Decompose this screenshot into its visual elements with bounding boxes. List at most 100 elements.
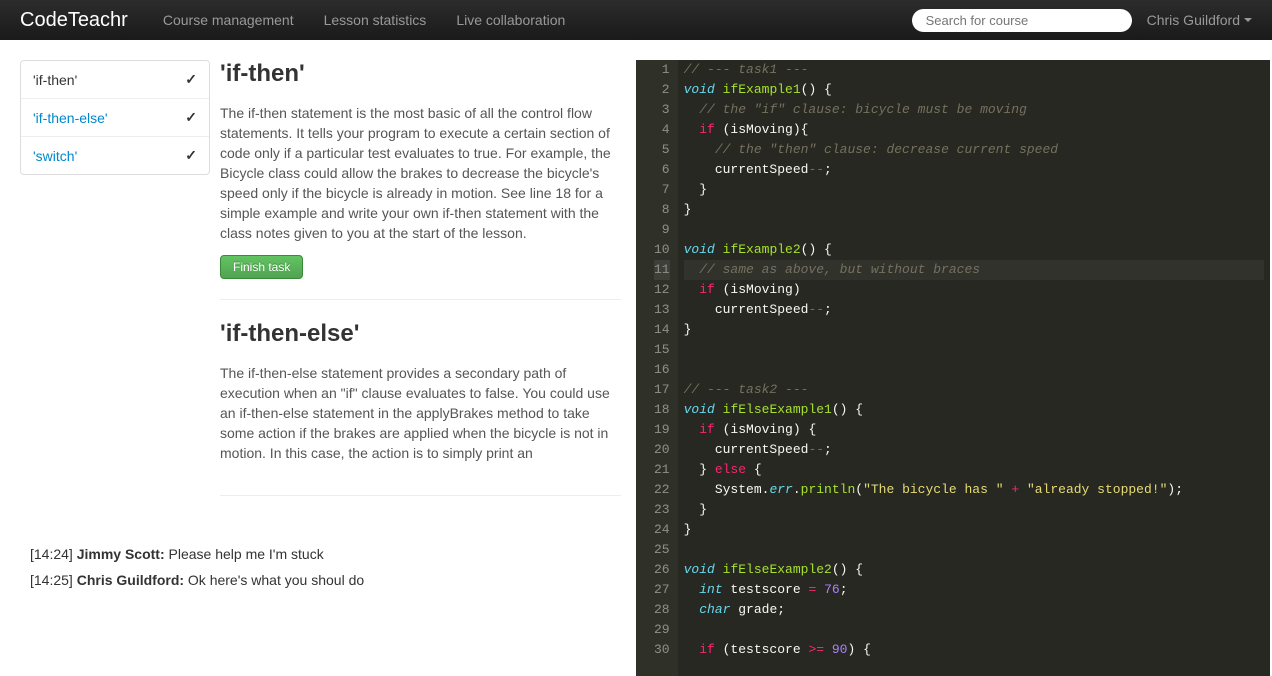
- line-number[interactable]: 1: [654, 60, 670, 80]
- right-column: 1234567891011121314151617181920212223242…: [636, 40, 1272, 676]
- code-line[interactable]: [684, 360, 1264, 380]
- code-line[interactable]: if (isMoving){: [684, 120, 1264, 140]
- user-menu[interactable]: Chris Guildford: [1147, 12, 1252, 28]
- left-column: 'if-then'✓'if-then-else'✓'switch'✓ 'if-t…: [0, 40, 636, 676]
- line-number[interactable]: 6: [654, 160, 670, 180]
- task-item-label: 'switch': [33, 148, 77, 164]
- code-line[interactable]: }: [684, 320, 1264, 340]
- line-number[interactable]: 8: [654, 200, 670, 220]
- task-item[interactable]: 'if-then-else' ✓: [21, 99, 209, 137]
- chat-message: [14:25] Chris Guildford: Ok here's what …: [30, 572, 621, 588]
- search-input[interactable]: [912, 9, 1132, 32]
- line-number[interactable]: 4: [654, 120, 670, 140]
- line-number[interactable]: 11: [654, 260, 670, 280]
- nav-link-lesson-statistics[interactable]: Lesson statistics: [309, 2, 442, 38]
- code-line[interactable]: currentSpeed--;: [684, 160, 1264, 180]
- line-number[interactable]: 9: [654, 220, 670, 240]
- line-number[interactable]: 3: [654, 100, 670, 120]
- code-line[interactable]: char grade;: [684, 600, 1264, 620]
- nav-links: Course management Lesson statistics Live…: [148, 2, 580, 38]
- task-row: 'if-then'✓'if-then-else'✓'switch'✓ 'if-t…: [20, 60, 636, 530]
- code-line[interactable]: [684, 340, 1264, 360]
- brand-logo[interactable]: CodeTeachr: [20, 9, 128, 32]
- nav-link-live-collaboration[interactable]: Live collaboration: [441, 2, 580, 38]
- code-line[interactable]: if (testscore >= 90) {: [684, 640, 1264, 660]
- line-number[interactable]: 12: [654, 280, 670, 300]
- editor-gutter: 1234567891011121314151617181920212223242…: [636, 60, 678, 676]
- task-item[interactable]: 'if-then'✓: [21, 61, 209, 99]
- code-line[interactable]: [684, 220, 1264, 240]
- task-item[interactable]: 'switch' ✓: [21, 137, 209, 174]
- code-line[interactable]: // --- task1 ---: [684, 60, 1264, 80]
- code-line[interactable]: } else {: [684, 460, 1264, 480]
- code-line[interactable]: void ifExample1() {: [684, 80, 1264, 100]
- code-line[interactable]: }: [684, 520, 1264, 540]
- line-number[interactable]: 13: [654, 300, 670, 320]
- line-number[interactable]: 30: [654, 640, 670, 660]
- line-number[interactable]: 18: [654, 400, 670, 420]
- line-number[interactable]: 23: [654, 500, 670, 520]
- chat-author: Chris Guildford:: [77, 572, 184, 588]
- code-line[interactable]: // the "if" clause: bicycle must be movi…: [684, 100, 1264, 120]
- code-line[interactable]: // the "then" clause: decrease current s…: [684, 140, 1264, 160]
- code-line[interactable]: void ifElseExample2() {: [684, 560, 1264, 580]
- line-number[interactable]: 10: [654, 240, 670, 260]
- code-line[interactable]: [684, 540, 1264, 560]
- code-line[interactable]: }: [684, 180, 1264, 200]
- nav-right: Chris Guildford: [912, 9, 1252, 32]
- check-icon: ✓: [185, 71, 197, 88]
- user-name: Chris Guildford: [1147, 12, 1240, 28]
- code-line[interactable]: if (isMoving) {: [684, 420, 1264, 440]
- chat-text: Ok here's what you shoul do: [184, 572, 364, 588]
- line-number[interactable]: 28: [654, 600, 670, 620]
- code-line[interactable]: }: [684, 200, 1264, 220]
- code-line[interactable]: if (isMoving): [684, 280, 1264, 300]
- code-line[interactable]: // same as above, but without braces: [684, 260, 1264, 280]
- chat-time: [14:24]: [30, 546, 77, 562]
- line-number[interactable]: 15: [654, 340, 670, 360]
- line-number[interactable]: 5: [654, 140, 670, 160]
- chat-panel: [14:24] Jimmy Scott: Please help me I'm …: [20, 530, 636, 598]
- line-number[interactable]: 20: [654, 440, 670, 460]
- check-icon: ✓: [185, 147, 197, 164]
- task-section-title: 'if-then': [220, 60, 621, 88]
- chat-message: [14:24] Jimmy Scott: Please help me I'm …: [30, 546, 621, 562]
- line-number[interactable]: 26: [654, 560, 670, 580]
- code-line[interactable]: void ifExample2() {: [684, 240, 1264, 260]
- code-line[interactable]: }: [684, 500, 1264, 520]
- code-editor[interactable]: 1234567891011121314151617181920212223242…: [636, 60, 1270, 676]
- code-line[interactable]: System.err.println("The bicycle has " + …: [684, 480, 1264, 500]
- line-number[interactable]: 7: [654, 180, 670, 200]
- chat-time: [14:25]: [30, 572, 77, 588]
- line-number[interactable]: 21: [654, 460, 670, 480]
- task-detail[interactable]: 'if-then' The if-then statement is the mo…: [220, 60, 636, 530]
- check-icon: ✓: [185, 109, 197, 126]
- line-number[interactable]: 25: [654, 540, 670, 560]
- finish-task-button[interactable]: Finish task: [220, 255, 303, 279]
- line-number[interactable]: 19: [654, 420, 670, 440]
- line-number[interactable]: 16: [654, 360, 670, 380]
- editor-code[interactable]: // --- task1 ---void ifExample1() { // t…: [678, 60, 1270, 676]
- code-line[interactable]: void ifElseExample1() {: [684, 400, 1264, 420]
- code-line[interactable]: [684, 620, 1264, 640]
- line-number[interactable]: 2: [654, 80, 670, 100]
- nav-link-course-management[interactable]: Course management: [148, 2, 309, 38]
- task-section-title: 'if-then-else': [220, 320, 621, 348]
- line-number[interactable]: 24: [654, 520, 670, 540]
- code-line[interactable]: currentSpeed--;: [684, 300, 1264, 320]
- line-number[interactable]: 22: [654, 480, 670, 500]
- task-section-body: The if-then statement is the most basic …: [220, 103, 621, 243]
- chat-author: Jimmy Scott:: [77, 546, 165, 562]
- task-list: 'if-then'✓ 'if-then-else' ✓ 'switch' ✓: [20, 60, 210, 175]
- code-line[interactable]: currentSpeed--;: [684, 440, 1264, 460]
- line-number[interactable]: 14: [654, 320, 670, 340]
- code-line[interactable]: int testscore = 76;: [684, 580, 1264, 600]
- task-section-body: The if-then-else statement provides a se…: [220, 363, 621, 463]
- navbar: CodeTeachr Course management Lesson stat…: [0, 0, 1272, 40]
- code-line[interactable]: // --- task2 ---: [684, 380, 1264, 400]
- task-item-label: 'if-then-else': [33, 110, 108, 126]
- line-number[interactable]: 27: [654, 580, 670, 600]
- line-number[interactable]: 17: [654, 380, 670, 400]
- chat-text: Please help me I'm stuck: [165, 546, 324, 562]
- line-number[interactable]: 29: [654, 620, 670, 640]
